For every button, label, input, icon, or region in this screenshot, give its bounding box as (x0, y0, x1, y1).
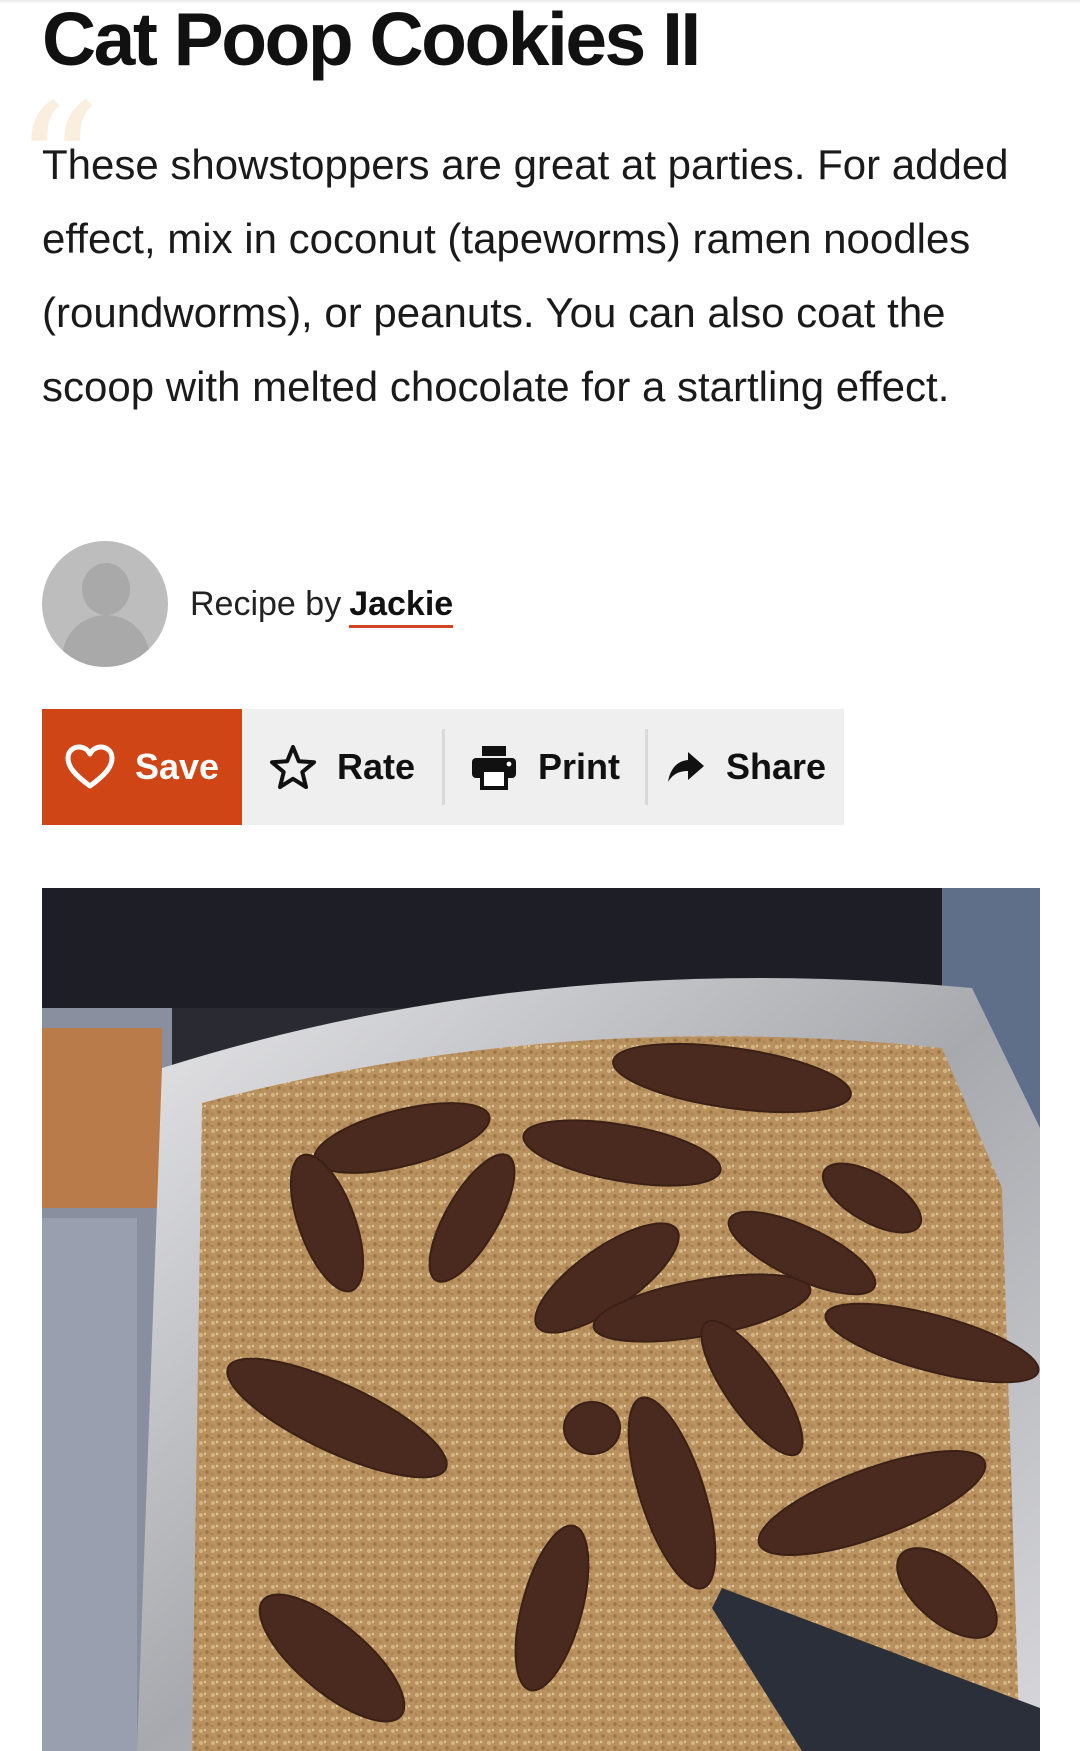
byline-prefix: Recipe by (190, 584, 342, 623)
star-icon (269, 745, 316, 789)
printer-icon (471, 746, 516, 790)
author-link[interactable]: Jackie (349, 584, 454, 628)
print-button[interactable]: Print (445, 709, 645, 825)
save-button[interactable]: Save (42, 709, 242, 825)
recipe-action-bar: Save Rate Print Share (42, 709, 844, 825)
rate-label: Rate (336, 746, 416, 787)
print-label: Print (537, 746, 620, 787)
avatar-head-shape (82, 563, 130, 615)
save-label: Save (134, 746, 220, 787)
rate-button[interactable]: Rate (242, 709, 442, 825)
heart-icon (65, 744, 115, 789)
share-label: Share (725, 746, 827, 787)
author-byline: Recipe by Jackie (42, 540, 454, 668)
share-button[interactable]: Share (648, 709, 844, 825)
recipe-photo-illustration (42, 888, 1040, 1751)
recipe-title: Cat Poop Cookies II (42, 0, 701, 81)
share-arrow-icon (667, 752, 704, 782)
avatar-shoulders-shape (62, 615, 150, 667)
recipe-description: These showstoppers are great at parties.… (42, 141, 1009, 410)
byline-text: Recipe by Jackie (190, 584, 454, 628)
person-placeholder-icon[interactable] (42, 541, 168, 667)
recipe-page: Cat Poop Cookies II “ These showstoppers… (0, 0, 1080, 1751)
recipe-photo[interactable] (42, 888, 1040, 1751)
